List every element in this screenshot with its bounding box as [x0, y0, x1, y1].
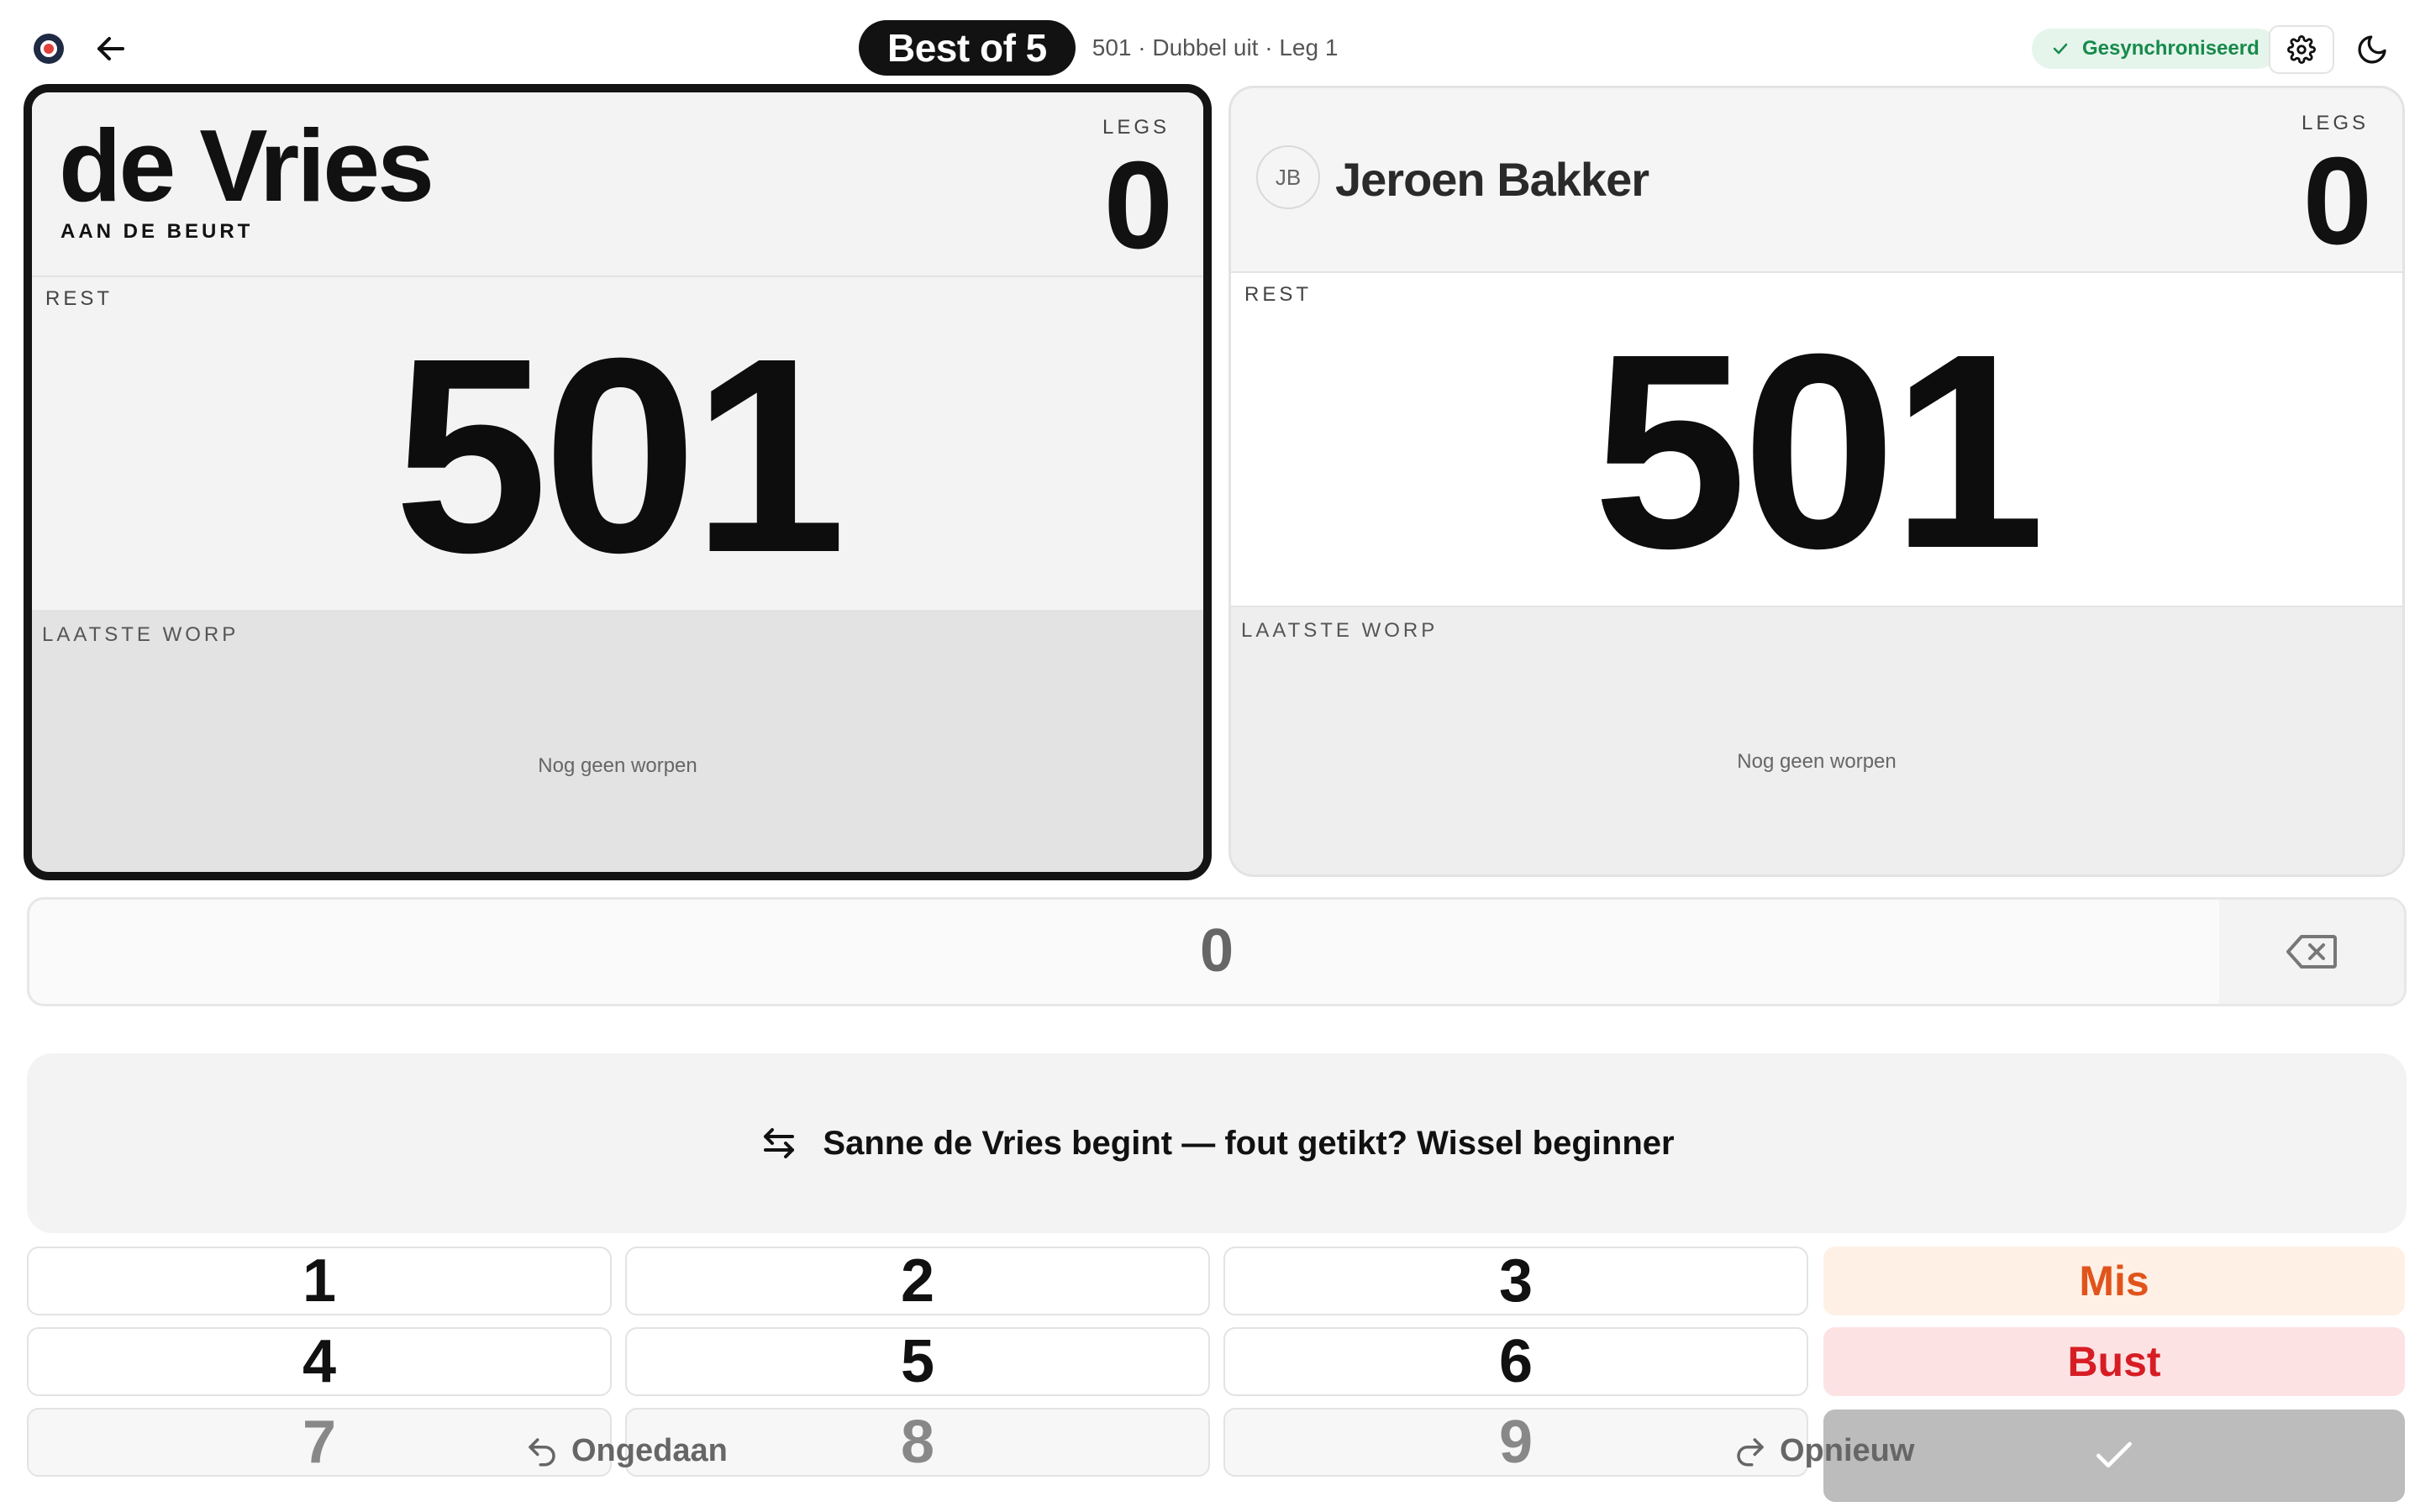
- last-throw-area: LAATSTE WORP Nog geen worpen: [1231, 606, 2402, 874]
- gear-icon: [2287, 35, 2316, 64]
- undo-button[interactable]: Ongedaan: [524, 1433, 728, 1469]
- mis-button[interactable]: Mis: [1823, 1247, 2405, 1315]
- match-title: Best of 5 501 · Dubbel uit · Leg 1: [859, 20, 1338, 76]
- switch-starter-text: Sanne de Vries begint — fout getikt? Wis…: [823, 1124, 1675, 1162]
- avatar: JB: [1256, 145, 1320, 209]
- last-throw-empty: Nog geen worpen: [538, 754, 697, 777]
- player-card-active: de Vries AAN DE BEURT LEGS 0 REST 501 LA…: [24, 84, 1212, 880]
- check-icon: [2096, 1441, 2132, 1467]
- theme-toggle-button[interactable]: [2348, 25, 2396, 74]
- settings-button[interactable]: [2269, 25, 2334, 74]
- moon-icon: [2358, 35, 2386, 64]
- key-2[interactable]: 2: [625, 1247, 1210, 1315]
- rest-score: 501: [393, 300, 847, 610]
- match-info: 501 · Dubbel uit · Leg 1: [1092, 34, 1339, 60]
- sync-status-badge: Gesynchroniseerd: [2032, 29, 2278, 69]
- rest-score-area: REST 501: [32, 277, 1203, 610]
- match-format-pill: Best of 5: [859, 20, 1076, 76]
- key-6[interactable]: 6: [1223, 1327, 1808, 1396]
- rest-score: 501: [1592, 296, 2046, 606]
- sync-status-text: Gesynchroniseerd: [2082, 37, 2260, 60]
- score-input[interactable]: 0: [27, 897, 2407, 1006]
- rest-score-area: REST 501: [1231, 273, 2402, 606]
- key-9[interactable]: 9: [1223, 1408, 1808, 1477]
- undo-label: Ongedaan: [571, 1433, 728, 1468]
- key-3[interactable]: 3: [1223, 1247, 1808, 1315]
- redo-icon: [1737, 1437, 1764, 1466]
- arrow-left-icon: [97, 37, 124, 60]
- bust-button[interactable]: Bust: [1823, 1327, 2405, 1396]
- player-card-header: de Vries AAN DE BEURT LEGS 0: [32, 92, 1203, 277]
- score-input-value: 0: [1199, 917, 1234, 984]
- last-throw-label: LAATSTE WORP: [1241, 619, 1439, 642]
- last-throw-area: LAATSTE WORP Nog geen worpen: [32, 610, 1203, 872]
- player-name: de Vries: [59, 108, 434, 223]
- switch-starter-button[interactable]: Sanne de Vries begint — fout getikt? Wis…: [27, 1053, 2407, 1233]
- key-4[interactable]: 4: [27, 1327, 612, 1396]
- redo-label: Opnieuw: [1780, 1433, 1915, 1468]
- backspace-icon: [2286, 935, 2337, 969]
- legs-count: 0: [2302, 132, 2372, 270]
- last-throw-label: LAATSTE WORP: [42, 623, 239, 646]
- backspace-button[interactable]: [2219, 900, 2404, 1004]
- key-1[interactable]: 1: [27, 1247, 612, 1315]
- swap-arrows-icon: [764, 1128, 795, 1158]
- key-5[interactable]: 5: [625, 1327, 1210, 1396]
- turn-indicator: AAN DE BEURT: [60, 220, 254, 243]
- player-name: Jeroen Bakker: [1335, 153, 1649, 206]
- dartboard-logo-icon[interactable]: [34, 34, 64, 64]
- undo-icon: [529, 1437, 555, 1466]
- redo-button[interactable]: Opnieuw: [1733, 1433, 1914, 1469]
- legs-count: 0: [1103, 136, 1173, 275]
- check-icon: [2053, 43, 2068, 55]
- top-bar: Best of 5 501 · Dubbel uit · Leg 1 Gesyn…: [0, 0, 2420, 84]
- back-button[interactable]: [91, 29, 131, 69]
- player-card-inactive: JB Jeroen Bakker LEGS 0 REST 501 LAATSTE…: [1228, 86, 2405, 877]
- last-throw-empty: Nog geen worpen: [1737, 750, 1897, 773]
- player-card-header: JB Jeroen Bakker LEGS 0: [1231, 88, 2402, 273]
